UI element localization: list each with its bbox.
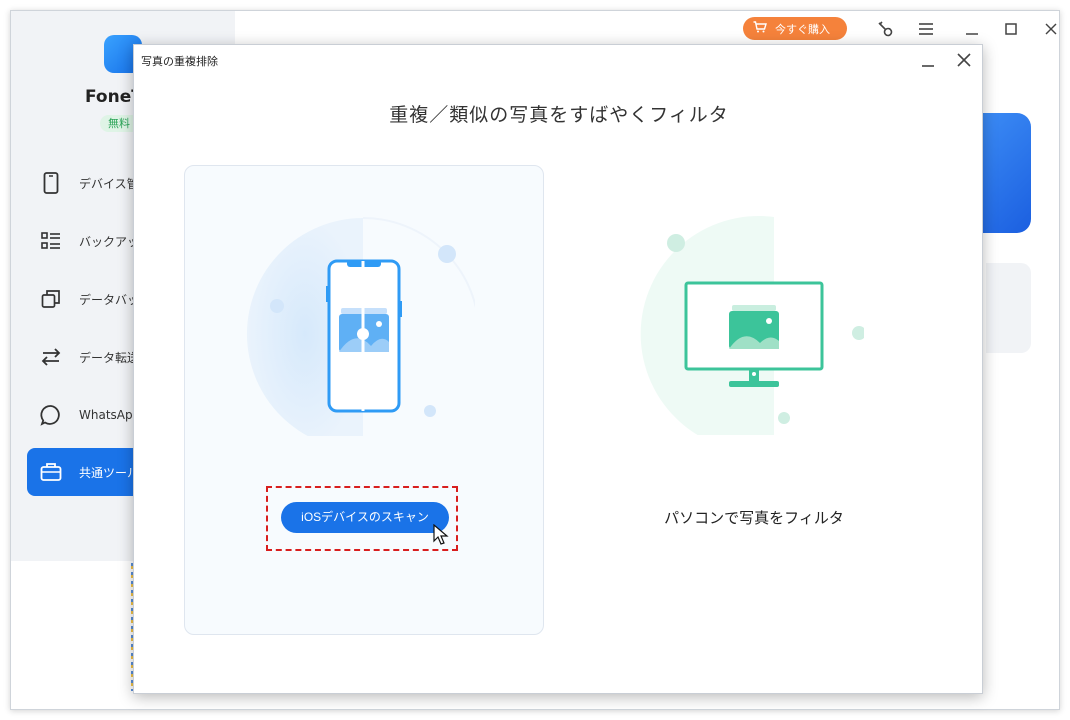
sidebar-item-label: データ転送 — [79, 350, 140, 365]
dialog-title: 写真の重複排除 — [141, 55, 218, 68]
dialog-minimize-icon[interactable] — [919, 51, 937, 69]
feature-card[interactable] — [979, 113, 1031, 233]
list-icon — [39, 229, 63, 253]
title-bar: 今すぐ購入 — [235, 11, 1059, 47]
feature-card-secondary[interactable] — [986, 263, 1031, 353]
pc-filter-option[interactable]: パソコンで写真をフィルタ — [604, 165, 934, 635]
sidebar-item-label: 共通ツール — [79, 465, 140, 480]
key-icon[interactable] — [875, 19, 895, 39]
sidebar-item-label: デバイス管 — [79, 176, 139, 191]
transfer-icon — [39, 345, 63, 369]
buy-button-label: 今すぐ購入 — [775, 22, 830, 36]
scan-button-highlight: iOSデバイスのスキャン — [266, 486, 458, 551]
phone-scan-illustration — [247, 217, 475, 436]
copy-icon — [39, 287, 63, 311]
sidebar-item-label: バックアッ — [79, 234, 140, 249]
ios-scan-option[interactable]: iOSデバイスのスキャン — [184, 165, 544, 635]
close-icon[interactable] — [1041, 19, 1059, 39]
dedup-dialog: 写真の重複排除 重複／類似の写真をすばやくフィルタ iOSデバイスのスキャン パ… — [133, 44, 983, 694]
monitor-illustration — [640, 216, 864, 435]
minimize-icon[interactable] — [962, 19, 982, 39]
pc-filter-label[interactable]: パソコンで写真をフィルタ — [604, 507, 904, 528]
cart-icon — [753, 21, 767, 36]
dialog-heading: 重複／類似の写真をすばやくフィルタ — [389, 104, 729, 126]
mouse-cursor-icon — [433, 524, 449, 545]
dialog-close-icon[interactable] — [955, 51, 973, 69]
toolbox-icon — [39, 460, 63, 484]
menu-icon[interactable] — [916, 19, 936, 39]
ios-scan-button[interactable]: iOSデバイスのスキャン — [281, 502, 449, 533]
sidebar-item-label: データバッ — [79, 292, 140, 307]
sidebar-footer-area — [25, 561, 135, 691]
chat-icon — [39, 403, 63, 427]
maximize-icon[interactable] — [1001, 19, 1021, 39]
sidebar-item-label: WhatsApp — [79, 408, 141, 422]
buy-button[interactable]: 今すぐ購入 — [743, 17, 847, 40]
phone-icon — [39, 171, 63, 195]
